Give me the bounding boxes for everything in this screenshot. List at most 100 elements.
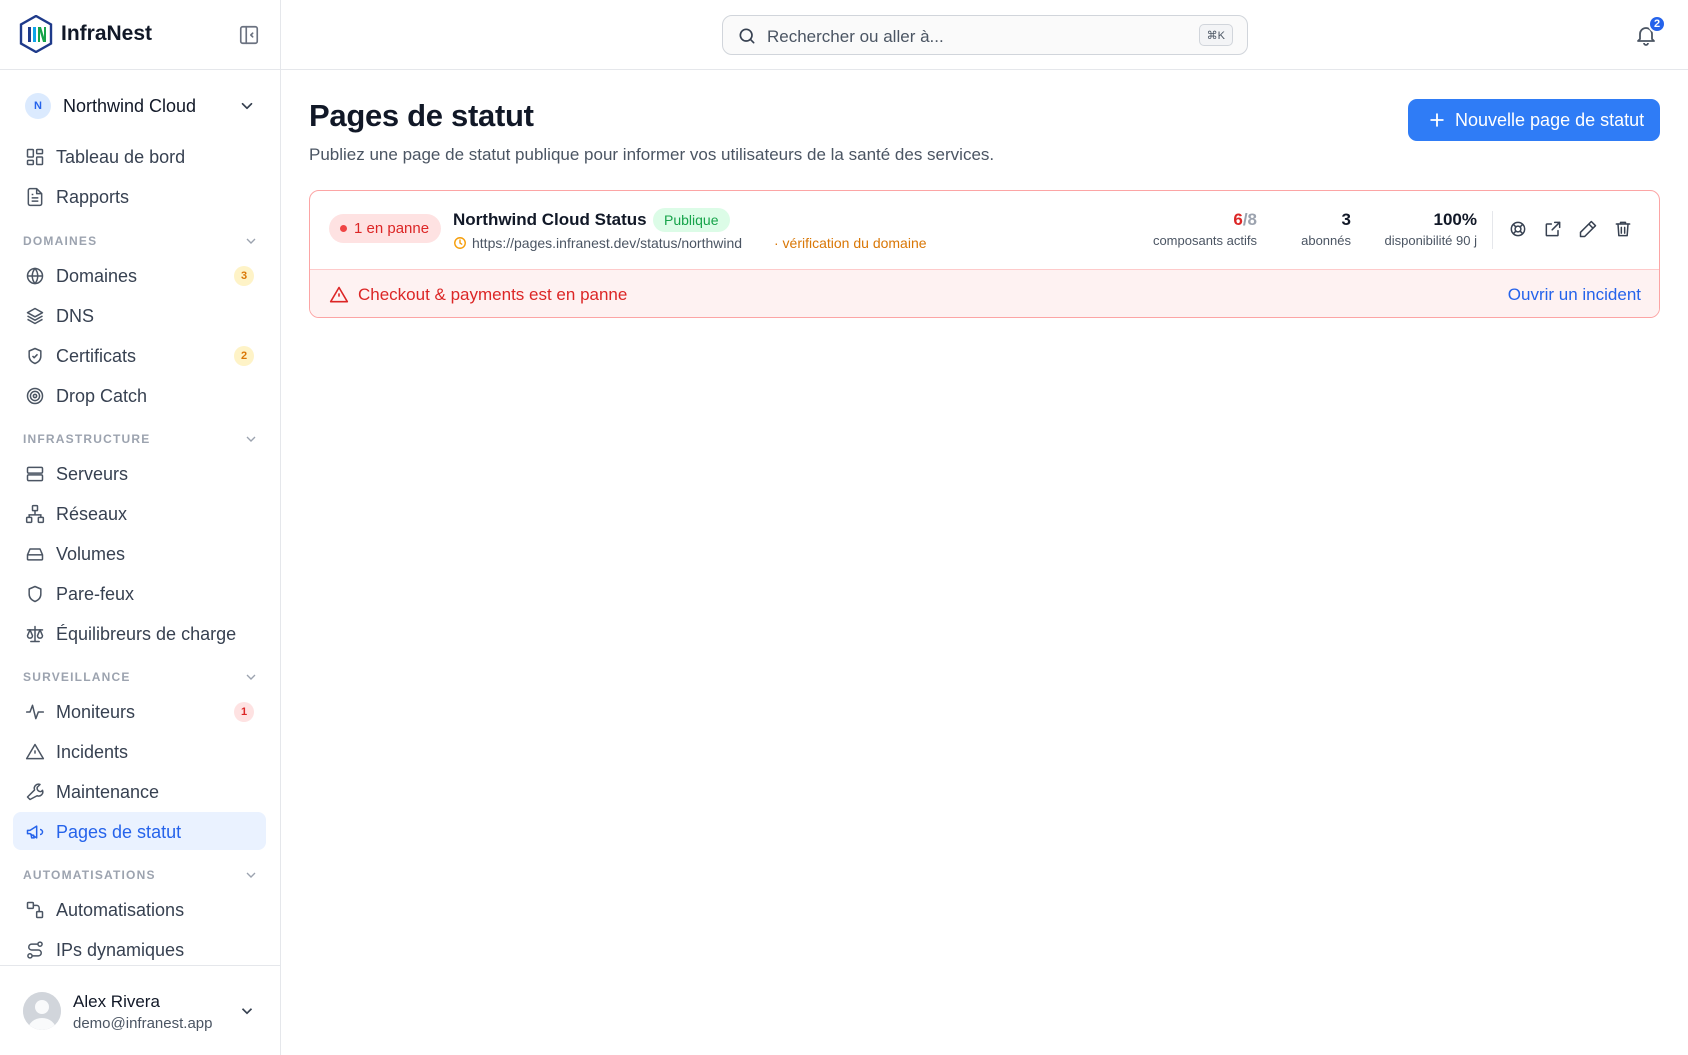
hard-drive-icon (25, 544, 45, 564)
sidebar-item-label: Tableau de bord (56, 147, 186, 167)
section-title: SURVEILLANCE (23, 670, 131, 684)
subscribers-value: 3 (1341, 210, 1351, 229)
network-icon (25, 504, 45, 524)
page-subtitle: Publiez une page de statut publique pour… (309, 145, 995, 164)
stat-caption: disponibilité 90 j (1384, 233, 1477, 248)
divider (1492, 211, 1493, 249)
chevron-down-icon (238, 97, 256, 115)
edit-icon[interactable] (1578, 219, 1598, 239)
stat-uptime: 100% disponibilité 90 j (1384, 210, 1477, 248)
open-incident-link[interactable]: Ouvrir un incident (1508, 285, 1641, 305)
org-switcher[interactable]: N Northwind Cloud (12, 88, 268, 124)
status-page-url[interactable]: https://pages.infranest.dev/status/north… (472, 235, 742, 251)
status-badge: 1 en panne (329, 214, 442, 243)
stat-caption: abonnés (1301, 233, 1351, 248)
stat-subscribers: 3 abonnés (1301, 210, 1351, 248)
sidebar-item-label: Moniteurs (56, 702, 136, 722)
new-status-page-button[interactable]: Nouvelle page de statut (1408, 99, 1660, 141)
chevron-down-icon (243, 867, 259, 883)
button-label: Nouvelle page de statut (1455, 110, 1645, 130)
user-name: Alex Rivera (73, 992, 160, 1011)
sidebar-item-label: Incidents (56, 742, 129, 762)
notification-badge: 2 (1648, 15, 1666, 33)
sidebar-item-label: IPs dynamiques (56, 940, 185, 960)
status-dot (340, 225, 347, 232)
brand-header: InfraNest (0, 0, 280, 70)
sidebar-item-reseaux[interactable]: Réseaux (13, 494, 266, 532)
sidebar-item-tableau-de-bord[interactable]: Tableau de bord (13, 137, 266, 175)
chevron-down-icon (243, 431, 259, 447)
status-page-summary: 1 en panne Northwind Cloud Status Publiq… (310, 191, 1659, 269)
sidebar-item-incidents[interactable]: Incidents (13, 732, 266, 770)
sidebar-item-automatisations[interactable]: Automatisations (13, 890, 266, 928)
org-name: Northwind Cloud (63, 96, 197, 116)
stat-caption: composants actifs (1152, 233, 1257, 248)
section-infrastructure[interactable]: INFRASTRUCTURE (23, 429, 259, 449)
sidebar-item-drop-catch[interactable]: Drop Catch (13, 376, 266, 414)
workflow-icon (25, 900, 45, 920)
sidebar-item-label: DNS (56, 306, 95, 326)
brand-name: InfraNest (61, 22, 153, 45)
alert-triangle-icon (25, 742, 45, 762)
count-badge: 1 (234, 702, 254, 722)
keyboard-shortcut: ⌘K (1198, 24, 1233, 46)
sidebar-item-equilibreurs-de-charge[interactable]: Équilibreurs de charge (13, 614, 266, 652)
sidebar-item-moniteurs[interactable]: Moniteurs 1 (13, 692, 266, 730)
infranest-logo-icon[interactable] (19, 15, 53, 53)
search-icon (737, 26, 757, 46)
section-title: DOMAINES (23, 234, 98, 248)
avatar (23, 992, 61, 1030)
manage-components-icon[interactable] (1508, 219, 1528, 239)
outage-message: Checkout & payments est en panne (358, 285, 628, 304)
route-icon (25, 940, 45, 960)
stat-components: 6/8 composants actifs (1153, 210, 1257, 248)
section-automatisations[interactable]: AUTOMATISATIONS (23, 865, 259, 885)
sidebar-item-serveurs[interactable]: Serveurs (13, 454, 266, 492)
external-link-icon[interactable] (1543, 219, 1563, 239)
sidebar-collapse-icon[interactable] (238, 24, 260, 46)
sidebar-item-certificats[interactable]: Certificats 2 (13, 336, 266, 374)
search-input[interactable]: Rechercher ou aller à... ⌘K (722, 15, 1248, 55)
sidebar-item-maintenance[interactable]: Maintenance (13, 772, 266, 810)
search-placeholder: Rechercher ou aller à... (767, 27, 944, 46)
plus-icon (1427, 110, 1447, 130)
sidebar-item-rapports[interactable]: Rapports (13, 177, 266, 215)
globe-icon (25, 266, 45, 286)
chevron-down-icon (238, 1002, 256, 1020)
sidebar-item-volumes[interactable]: Volumes (13, 534, 266, 572)
wrench-icon (25, 782, 45, 802)
page-title: Pages de statut (309, 98, 534, 133)
domain-verification-status: · vérification du domaine (774, 235, 927, 251)
sidebar-item-dns[interactable]: DNS (13, 296, 266, 334)
sidebar-item-label: Équilibreurs de charge (56, 624, 237, 644)
outage-alert: Checkout & payments est en panne Ouvrir … (310, 269, 1659, 317)
scale-icon (25, 624, 45, 644)
sidebar-item-label: Certificats (56, 346, 137, 366)
sidebar-item-label: Pare-feux (56, 584, 135, 604)
sidebar-item-label: Rapports (56, 187, 130, 207)
total-components-value: /8 (1242, 210, 1257, 229)
sidebar-item-label: Drop Catch (56, 386, 148, 406)
section-surveillance[interactable]: SURVEILLANCE (23, 667, 259, 687)
sidebar-item-pare-feux[interactable]: Pare-feux (13, 574, 266, 612)
count-badge: 2 (234, 346, 254, 366)
section-title: AUTOMATISATIONS (23, 868, 156, 882)
dashboard-icon (25, 147, 45, 167)
sidebar-item-pages-de-statut[interactable]: Pages de statut (13, 812, 266, 850)
sidebar-item-label: Réseaux (56, 504, 128, 524)
section-domaines[interactable]: DOMAINES (23, 231, 259, 251)
sidebar-item-domaines[interactable]: Domaines 3 (13, 256, 266, 294)
server-icon (25, 464, 45, 484)
trash-icon[interactable] (1613, 219, 1633, 239)
status-badge-label: 1 en panne (354, 220, 430, 237)
megaphone-icon (25, 822, 45, 842)
layers-icon (25, 306, 45, 326)
user-menu[interactable]: Alex Rivera demo@infranest.app (0, 965, 280, 1055)
status-page-name: Northwind Cloud Status (453, 210, 647, 229)
alert-triangle-icon (329, 285, 349, 305)
sidebar-item-ips-dynamiques[interactable]: IPs dynamiques (13, 930, 266, 968)
user-email: demo@infranest.app (73, 1015, 213, 1032)
sidebar-item-label: Automatisations (56, 900, 185, 920)
sidebar-item-label: Maintenance (56, 782, 160, 802)
shield-icon (25, 584, 45, 604)
